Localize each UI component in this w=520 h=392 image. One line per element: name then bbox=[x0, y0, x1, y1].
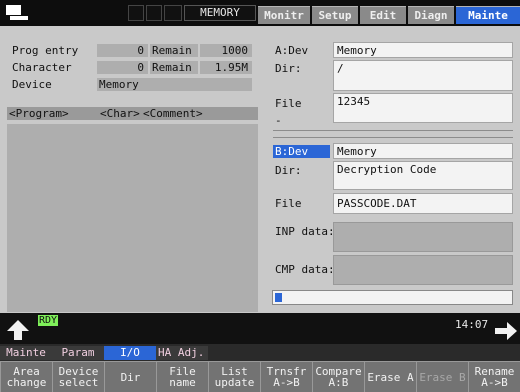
prog-entry-label: Prog entry bbox=[12, 44, 79, 57]
menu-io-label: I/O bbox=[104, 346, 156, 360]
prog-remain-value: 1000 bbox=[200, 44, 252, 57]
status-slot bbox=[164, 5, 182, 21]
prog-entry-value: 0 bbox=[97, 44, 148, 57]
a-dev-label: A:Dev bbox=[275, 44, 309, 57]
operation-mode: MEMORY bbox=[184, 5, 256, 21]
menu-maintenance-label: Mainte bbox=[0, 346, 52, 360]
device-value: Memory bbox=[97, 78, 252, 91]
softkey-device-select[interactable]: Device select bbox=[52, 361, 104, 392]
b-dev-value[interactable]: Memory bbox=[333, 143, 513, 159]
tab-edit[interactable]: Edit bbox=[360, 6, 406, 24]
softkey-dir[interactable]: Dir bbox=[104, 361, 156, 392]
tab-setup[interactable]: Setup bbox=[312, 6, 358, 24]
status-bar bbox=[0, 313, 520, 344]
up-arrow-icon[interactable] bbox=[5, 319, 31, 341]
b-dir-label: Dir: bbox=[275, 164, 302, 177]
a-dev-value[interactable]: Memory bbox=[333, 42, 513, 58]
menu-param[interactable]: Param Device select bbox=[52, 344, 104, 392]
character-label: Character bbox=[12, 61, 72, 74]
a-dir-value[interactable]: / bbox=[333, 60, 513, 91]
inp-data-field bbox=[333, 222, 513, 252]
tab-monitor[interactable]: Monitr bbox=[258, 6, 310, 24]
b-file-value[interactable]: PASSCODE.DAT bbox=[333, 193, 513, 214]
cmp-data-field bbox=[333, 255, 513, 285]
softkey-rename-a-b[interactable]: Rename A->B bbox=[468, 361, 520, 392]
menu-maintenance[interactable]: Mainte Area change bbox=[0, 344, 52, 392]
menu-param-label: Param bbox=[52, 346, 104, 360]
ready-indicator: RDY bbox=[38, 315, 59, 326]
menu-io[interactable]: I/O Dir bbox=[104, 344, 156, 392]
softkey-erase-b: Erase B bbox=[416, 361, 468, 392]
cmp-data-label: CMP data: bbox=[275, 263, 335, 276]
tab-maintenance[interactable]: Mainte bbox=[456, 6, 520, 24]
softkey-transfer-a-b[interactable]: Trnsfr A->B bbox=[260, 361, 312, 392]
status-slot bbox=[146, 5, 162, 21]
transfer-progress-bar bbox=[272, 290, 513, 305]
softkey-area-change[interactable]: Area change bbox=[0, 361, 52, 392]
softkey-compare-a-b[interactable]: Compare A:B bbox=[312, 361, 364, 392]
a-dir-label: Dir: bbox=[275, 62, 302, 75]
menu-ha-adjust[interactable]: HA Adj. File name bbox=[156, 344, 208, 392]
clock: 14:07 bbox=[455, 318, 489, 331]
softkey-file-name[interactable]: File name bbox=[156, 361, 208, 392]
right-arrow-icon[interactable] bbox=[494, 321, 518, 341]
character-remain-label: Remain bbox=[150, 61, 198, 74]
a-file-value[interactable]: 12345 bbox=[333, 93, 513, 123]
section-divider bbox=[273, 137, 513, 138]
column-comment: <Comment> bbox=[143, 107, 203, 120]
program-list[interactable] bbox=[7, 124, 258, 312]
b-file-label: File bbox=[275, 197, 302, 210]
menu-ha-adjust-label: HA Adj. bbox=[156, 346, 208, 360]
column-char: <Char> bbox=[100, 107, 140, 120]
softkey-erase-a[interactable]: Erase A bbox=[364, 361, 416, 392]
softkey-list-update[interactable]: List update bbox=[208, 361, 260, 392]
device-label: Device bbox=[12, 78, 52, 91]
b-dev-label: B:Dev bbox=[273, 145, 330, 158]
a-extra-label: - bbox=[275, 114, 282, 127]
column-program: <Program> bbox=[9, 107, 69, 120]
character-value: 0 bbox=[97, 61, 148, 74]
tab-diagnosis[interactable]: Diagn bbox=[408, 6, 454, 24]
prog-remain-label: Remain bbox=[150, 44, 198, 57]
a-file-label: File bbox=[275, 97, 302, 110]
b-dir-value[interactable]: Decryption Code bbox=[333, 161, 513, 190]
inp-data-label: INP data: bbox=[275, 225, 335, 238]
status-slot bbox=[128, 5, 144, 21]
section-divider bbox=[273, 130, 513, 131]
progress-fill bbox=[275, 293, 282, 302]
character-remain-value: 1.95M bbox=[200, 61, 252, 74]
screen-icon bbox=[4, 4, 30, 22]
